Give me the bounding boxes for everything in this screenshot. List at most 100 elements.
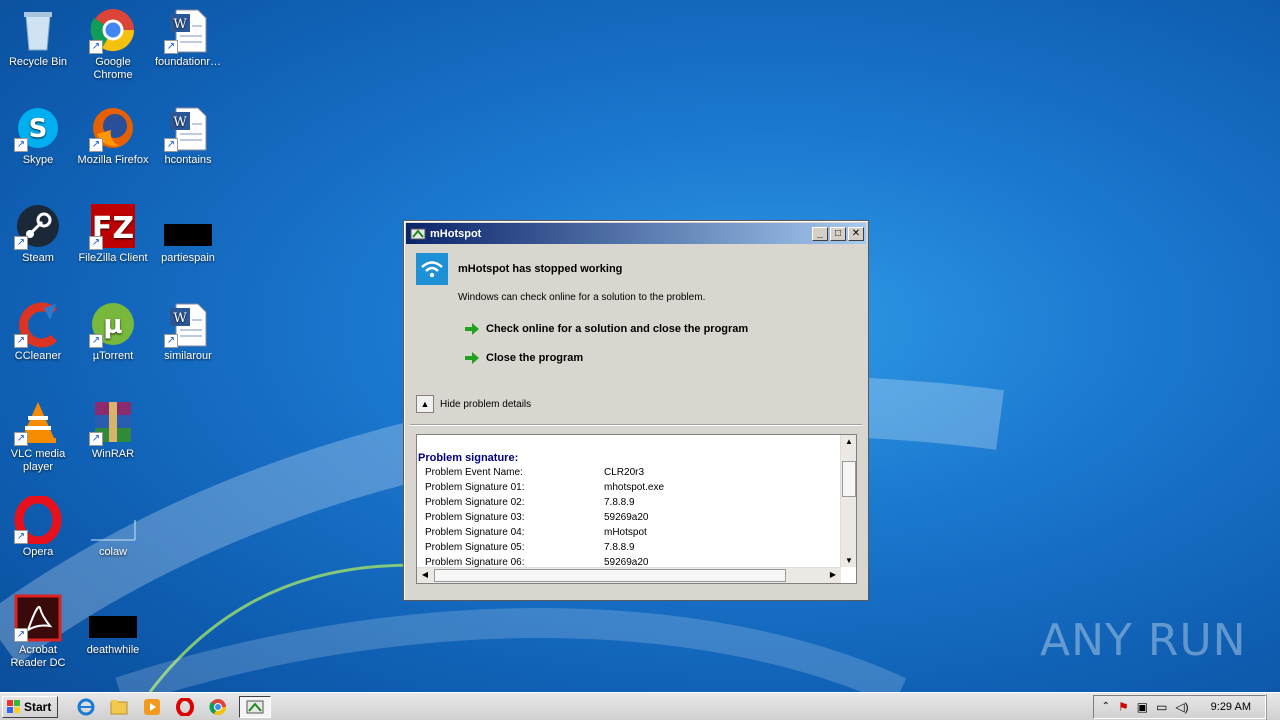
word-doc-icon: W ↗ [164,300,212,348]
details-value: CLR20r3 [604,467,645,478]
dialog-heading: mHotspot has stopped working [458,263,623,275]
desktop-icon-label: foundationr… [154,56,222,68]
desktop-icon-label: similarour [164,350,212,362]
horizontal-scrollbar[interactable]: ◀ ▶ [417,567,841,583]
details-key: Problem Signature 03: [425,512,525,523]
svg-text:µ: µ [103,310,122,340]
scroll-down-icon[interactable]: ▼ [842,556,856,565]
desktop-icon-label: Acrobat Reader DC [10,644,66,669]
horizontal-scroll-thumb[interactable] [434,569,786,582]
desktop-icon-recycle-bin[interactable]: Recycle Bin [0,6,76,69]
start-button[interactable]: Start [2,695,59,718]
black-file-icon [164,202,212,250]
svg-text:W: W [173,115,187,130]
vlc-icon: ↗ [14,398,62,446]
taskbar-mhotspot-button[interactable] [239,695,272,718]
shortcut-arrow-icon: ↗ [89,40,103,54]
vertical-scrollbar[interactable]: ▲ ▼ [840,435,856,567]
taskbar-explorer-icon[interactable] [107,696,131,718]
taskbar-chrome-icon[interactable] [206,696,230,718]
desktop-icon-opera[interactable]: ↗ Opera [0,494,76,559]
close-program-option[interactable]: Close the program [464,351,583,365]
desktop-icon-ccleaner[interactable]: ↗ CCleaner [0,300,76,363]
maximize-button[interactable]: □ [830,226,846,241]
details-value: mHotspot [604,527,647,538]
details-row: Problem Signature 03: 59269a20 [418,510,664,525]
display-icon[interactable]: ▭ [1156,700,1167,714]
filezilla-icon: FZ ↗ [89,202,137,250]
details-header: Problem signature: [418,452,519,464]
desktop-icon-similarour[interactable]: W ↗ similarour [150,300,226,363]
desktop-icon-hcontains[interactable]: W ↗ hcontains [150,104,226,167]
desktop-icon-skype[interactable]: S ↗ Skype [0,104,76,167]
winrar-icon: ↗ [89,398,137,446]
desktop-icon-partiespain[interactable]: partiespain [150,202,226,265]
scroll-left-icon[interactable]: ◀ [418,570,432,579]
chrome-icon: ↗ [89,6,137,54]
check-online-label: Check online for a solution and close th… [486,323,749,335]
desktop-icon-label: Opera [22,546,54,558]
desktop-icon-label: FileZilla Client [78,252,148,264]
firefox-icon: ↗ [89,104,137,152]
desktop-icon-mozilla-firefox[interactable]: ↗ Mozilla Firefox [75,104,151,167]
problem-details-box[interactable]: Problem signature: Problem Event Name: CL… [416,434,857,584]
desktop-icon-steam[interactable]: ↗ Steam [0,202,76,265]
shortcut-arrow-icon: ↗ [164,138,178,152]
word-doc-icon: W ↗ [164,6,212,54]
taskbar-media-player-icon[interactable] [140,696,164,718]
chevron-up-icon: ▲ [416,395,434,413]
desktop-icon-colaw[interactable]: colaw [75,496,151,559]
shortcut-arrow-icon: ↗ [14,236,28,250]
desktop-icon-vlc-media-player[interactable]: ↗ VLC media player [0,398,76,474]
svg-text:W: W [173,17,187,32]
details-key: Problem Signature 04: [425,527,525,538]
desktop-icon-foundationr[interactable]: W ↗ foundationr… [150,6,226,69]
skype-icon: S ↗ [14,104,62,152]
desktop-icon-google-chrome[interactable]: ↗ Google Chrome [75,6,151,82]
desktop-icon-label: WinRAR [91,448,135,460]
clock[interactable]: 9:29 AM [1211,701,1251,713]
shortcut-arrow-icon: ↗ [14,138,28,152]
details-key: Problem Event Name: [425,467,523,478]
taskbar: Start ⌃ ⚑ ▣ ▭ ◁) 9:29 AM [0,692,1280,720]
show-desktop-button[interactable] [1266,693,1280,720]
desktop-icon-label: Google Chrome [93,56,133,81]
svg-text:S: S [29,114,48,144]
details-value: 7.8.8.9 [604,542,635,553]
shortcut-arrow-icon: ↗ [89,432,103,446]
desktop-icon--torrent[interactable]: µ ↗ µTorrent [75,300,151,363]
vertical-scroll-thumb[interactable] [842,461,856,497]
desktop-icon-acrobat-reader-dc[interactable]: ↗ Acrobat Reader DC [0,594,76,670]
dialog-titlebar[interactable]: mHotspot _ □ ✕ [406,223,866,244]
network-icon[interactable]: ▣ [1137,700,1148,714]
desktop-icon-label: colaw [98,546,128,558]
shortcut-arrow-icon: ↗ [89,138,103,152]
desktop-icon-label: Steam [22,252,54,264]
action-center-icon[interactable]: ⚑ [1118,700,1129,714]
close-button[interactable]: ✕ [848,226,864,241]
recycle-bin-icon [14,6,62,54]
volume-icon[interactable]: ◁) [1175,700,1188,714]
desktop-icon-label: µTorrent [92,350,134,362]
hide-details-toggle[interactable]: ▲ Hide problem details [416,395,531,413]
scroll-right-icon[interactable]: ▶ [826,570,840,579]
opera-icon: ↗ [14,494,62,546]
divider [410,424,862,426]
shortcut-arrow-icon: ↗ [164,40,178,54]
scroll-up-icon[interactable]: ▲ [842,437,856,446]
check-online-option[interactable]: Check online for a solution and close th… [464,322,748,336]
word-doc-icon: W ↗ [164,104,212,152]
error-dialog: mHotspot _ □ ✕ mHotspot has stopped work… [403,220,869,601]
utorrent-icon: µ ↗ [89,300,137,348]
green-arrow-icon [465,323,479,335]
desktop-icon-filezilla-client[interactable]: FZ ↗ FileZilla Client [75,202,151,265]
taskbar-ie-icon[interactable] [74,696,98,718]
minimize-button[interactable]: _ [812,226,828,241]
svg-text:W: W [173,311,187,326]
black-file-icon [89,594,137,642]
desktop-icon-deathwhile[interactable]: deathwhile [75,594,151,657]
taskbar-opera-icon[interactable] [173,696,197,718]
desktop-icon-winrar[interactable]: ↗ WinRAR [75,398,151,461]
details-key: Problem Signature 01: [425,482,525,493]
tray-expand-icon[interactable]: ⌃ [1102,701,1110,712]
